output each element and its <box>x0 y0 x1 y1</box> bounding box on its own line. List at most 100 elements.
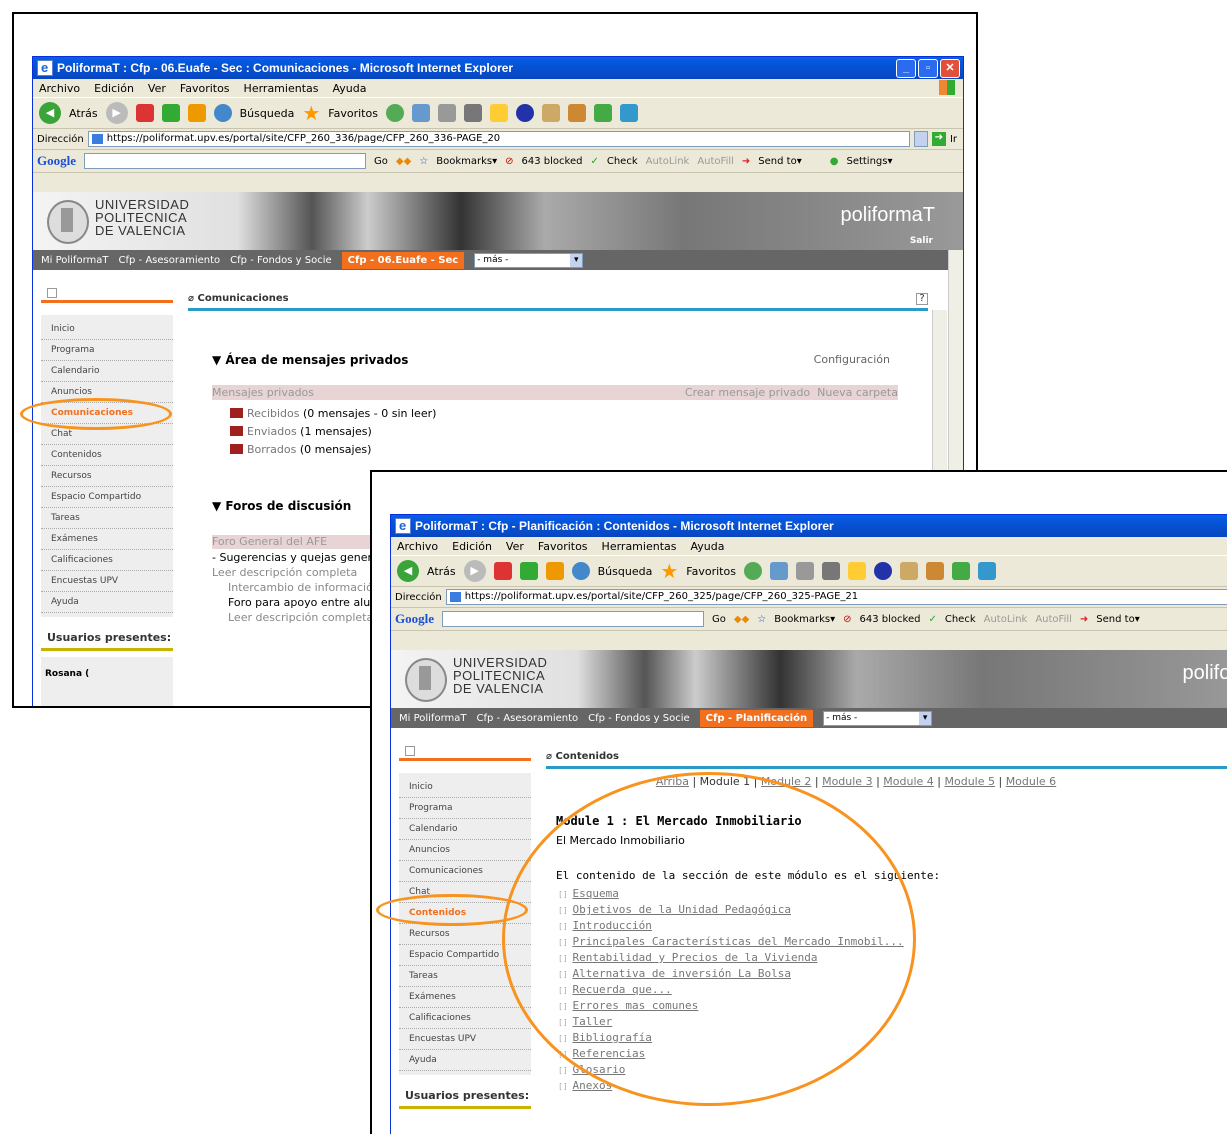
tool-item-calificaciones[interactable]: Calificaciones <box>41 550 173 571</box>
read-description-link[interactable]: Leer descripción completa <box>212 566 357 579</box>
tool-item-inicio[interactable]: Inicio <box>399 777 531 798</box>
url-input[interactable]: https://poliformat.upv.es/portal/site/CF… <box>87 131 910 147</box>
check-button[interactable]: Check <box>945 614 976 625</box>
site-tab-asesoramiento[interactable]: Cfp - Asesoramiento <box>119 255 221 266</box>
menu-herramientas[interactable]: Herramientas <box>602 540 677 553</box>
research-icon[interactable] <box>541 104 560 122</box>
bookmarks-button[interactable]: Bookmarks▾ <box>436 156 497 167</box>
help-icon[interactable]: ? <box>916 293 928 305</box>
minimize-button[interactable]: _ <box>896 59 916 78</box>
menu-favoritos[interactable]: Favoritos <box>538 540 588 553</box>
refresh-icon[interactable] <box>161 104 180 122</box>
popup-blocked-count[interactable]: 643 blocked <box>522 156 583 167</box>
tool-item-inicio[interactable]: Inicio <box>41 319 173 340</box>
favorites-star-icon[interactable]: ★ <box>660 559 678 583</box>
check-button[interactable]: Check <box>607 156 638 167</box>
menu-ayuda[interactable]: Ayuda <box>690 540 724 553</box>
tool-item-encuestas-upv[interactable]: Encuestas UPV <box>399 1029 531 1050</box>
media-icon[interactable] <box>567 104 586 122</box>
menu-ayuda[interactable]: Ayuda <box>332 82 366 95</box>
folder-inbox[interactable]: Recibidos (0 mensajes - 0 sin leer) <box>230 405 436 423</box>
tool-item-programa[interactable]: Programa <box>41 340 173 361</box>
tool-item-encuestas-upv[interactable]: Encuestas UPV <box>41 571 173 592</box>
tool-item-calificaciones[interactable]: Calificaciones <box>399 1008 531 1029</box>
maximize-button[interactable]: ▫ <box>918 59 938 78</box>
tool-item-contenidos[interactable]: Contenidos <box>41 445 173 466</box>
stop-icon[interactable] <box>135 104 154 122</box>
favorites-star-icon[interactable]: ★ <box>302 101 320 125</box>
research-icon[interactable] <box>899 562 918 580</box>
home-icon[interactable] <box>187 104 206 122</box>
menu-ver[interactable]: Ver <box>506 540 524 553</box>
print-icon[interactable] <box>795 562 814 580</box>
menu-herramientas[interactable]: Herramientas <box>244 82 319 95</box>
autofill-button[interactable]: AutoFill <box>697 156 734 167</box>
menu-archivo[interactable]: Archivo <box>39 82 80 95</box>
read-description-link-2[interactable]: Leer descripción completa <box>228 611 373 624</box>
tool-item-calendario[interactable]: Calendario <box>399 819 531 840</box>
autolink-button[interactable]: AutoLink <box>984 614 1028 625</box>
forum-suggestions[interactable]: - Sugerencias y quejas genera <box>212 551 379 564</box>
favorites-button[interactable]: Favoritos <box>686 565 736 578</box>
module-nav-6[interactable]: Module 6 <box>1006 775 1057 788</box>
search-button[interactable]: Búsqueda <box>240 107 295 120</box>
menu-edicion[interactable]: Edición <box>452 540 492 553</box>
logout-link[interactable]: Salir <box>910 236 933 246</box>
mail-icon[interactable] <box>411 104 430 122</box>
favorites-button[interactable]: Favoritos <box>328 107 378 120</box>
globe-icon[interactable] <box>515 104 534 122</box>
settings-link[interactable]: Configuración <box>814 353 890 366</box>
print-icon[interactable] <box>437 104 456 122</box>
flower-icon[interactable] <box>593 104 612 122</box>
tool-item-ayuda[interactable]: Ayuda <box>41 592 173 613</box>
url-input[interactable]: https://poliformat.upv.es/portal/site/CF… <box>445 589 1227 605</box>
go-button[interactable]: Ir <box>950 134 963 145</box>
settings-button[interactable]: Settings▾ <box>846 156 892 167</box>
create-message-link[interactable]: Crear mensaje privado <box>685 386 810 399</box>
google-search-input[interactable] <box>442 611 704 627</box>
edit-icon[interactable] <box>463 104 482 122</box>
site-tab-fondos[interactable]: Cfp - Fondos y Socie <box>230 255 332 266</box>
module-nav-3[interactable]: Module 3 <box>822 775 873 788</box>
send-to-button[interactable]: Send to▾ <box>1096 614 1139 625</box>
subforum-support[interactable]: Foro para apoyo entre alum <box>228 596 381 609</box>
autolink-button[interactable]: AutoLink <box>646 156 690 167</box>
site-tab-active[interactable]: Cfp - Planificación <box>699 709 814 727</box>
folder-sent[interactable]: Enviados (1 mensajes) <box>230 423 436 441</box>
home-icon[interactable] <box>545 562 564 580</box>
tool-item-tareas[interactable]: Tareas <box>41 508 173 529</box>
notes-icon[interactable] <box>847 562 866 580</box>
subforum-exchange[interactable]: Intercambio de información <box>228 581 380 594</box>
mail-icon[interactable] <box>769 562 788 580</box>
notes-icon[interactable] <box>489 104 508 122</box>
google-go-button[interactable]: Go <box>712 614 726 625</box>
tool-item-anuncios[interactable]: Anuncios <box>399 840 531 861</box>
forward-arrow-icon[interactable]: ▶ <box>463 560 486 582</box>
more-sites-select[interactable]: - más - <box>823 710 933 726</box>
title-bar[interactable]: PoliformaT : Cfp - 06.Euafe - Sec : Comu… <box>33 57 963 79</box>
tool-item-calendario[interactable]: Calendario <box>41 361 173 382</box>
more-sites-select[interactable]: - más - <box>474 252 584 268</box>
module-nav-5[interactable]: Module 5 <box>944 775 995 788</box>
site-tab-mi-poliformat[interactable]: Mi PoliformaT <box>41 255 109 266</box>
messenger-icon[interactable] <box>977 562 996 580</box>
tool-item-comunicaciones[interactable]: Comunicaciones <box>399 861 531 882</box>
refresh-icon[interactable] <box>519 562 538 580</box>
search-button[interactable]: Búsqueda <box>598 565 653 578</box>
autofill-button[interactable]: AutoFill <box>1035 614 1072 625</box>
folder-deleted[interactable]: Borrados (0 mensajes) <box>230 441 436 459</box>
title-bar[interactable]: PoliformaT : Cfp - Planificación : Conte… <box>391 515 1227 537</box>
google-go-button[interactable]: Go <box>374 156 388 167</box>
back-arrow-icon[interactable]: ◀ <box>397 560 419 582</box>
tool-item-programa[interactable]: Programa <box>399 798 531 819</box>
site-tab-fondos[interactable]: Cfp - Fondos y Socie <box>588 713 690 724</box>
menu-archivo[interactable]: Archivo <box>397 540 438 553</box>
site-tab-mi-poliformat[interactable]: Mi PoliformaT <box>399 713 467 724</box>
history-icon[interactable] <box>743 562 762 580</box>
menu-ver[interactable]: Ver <box>148 82 166 95</box>
close-button[interactable]: ✕ <box>940 59 960 78</box>
search-icon[interactable] <box>571 562 590 580</box>
messenger-icon[interactable] <box>619 104 638 122</box>
url-dropdown-icon[interactable] <box>913 131 928 147</box>
site-tab-asesoramiento[interactable]: Cfp - Asesoramiento <box>477 713 579 724</box>
